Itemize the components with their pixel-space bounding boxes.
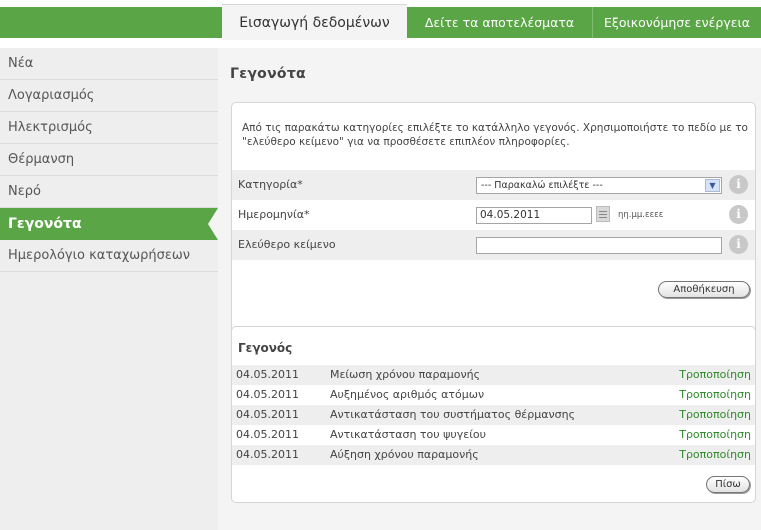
sidebar-item-label: Νερό (8, 184, 41, 199)
top-nav: Εισαγωγή δεδομένων Δείτε τα αποτελέσματα… (0, 0, 761, 40)
sidebar: Νέα Λογαριασμός Ηλεκτρισμός Θέρμανση Νερ… (0, 48, 218, 530)
sidebar-item-label: Ηλεκτρισμός (8, 120, 93, 135)
back-button[interactable]: Πίσω (706, 476, 750, 493)
table-row: 04.05.2011 Αυξημένος αριθμός ατόμων Τροπ… (232, 385, 755, 405)
sidebar-item-heating[interactable]: Θέρμανση (0, 144, 218, 176)
freetext-input[interactable] (476, 237, 722, 254)
date-label: Ημερομηνία* (238, 208, 310, 221)
save-button[interactable]: Αποθήκευση (658, 281, 750, 298)
sidebar-item-label: Ημερολόγιο καταχωρήσεων (8, 248, 191, 263)
table-row: 04.05.2011 Αντικατάσταση του συστήματος … (232, 405, 755, 425)
edit-link[interactable]: Τροποποίηση (679, 368, 751, 381)
tab-data-entry[interactable]: Εισαγωγή δεδομένων (222, 4, 407, 40)
event-description: Μείωση χρόνου παραμονής (330, 368, 481, 381)
event-date: 04.05.2011 (236, 448, 299, 461)
event-description: Αύξηση χρόνου παραμονής (330, 448, 479, 461)
info-icon[interactable]: i (729, 205, 748, 224)
date-format-hint: ηη.μμ.εεεε (618, 210, 664, 220)
edit-link[interactable]: Τροποποίηση (679, 388, 751, 401)
sidebar-item-label: Λογαριασμός (8, 88, 95, 103)
sidebar-item-events[interactable]: Γεγονότα (0, 208, 218, 240)
category-row: Κατηγορία* --- Παρακαλώ επιλέξτε --- ▼ i (232, 170, 755, 200)
main-content: Γεγονότα Από τις παρακάτω κατηγορίες επι… (218, 48, 761, 530)
category-select[interactable]: --- Παρακαλώ επιλέξτε --- ▼ (476, 177, 722, 194)
sidebar-item-news[interactable]: Νέα (0, 48, 218, 80)
sidebar-item-log[interactable]: Ημερολόγιο καταχωρήσεων (0, 240, 218, 272)
tab-results[interactable]: Δείτε τα αποτελέσματα (407, 7, 592, 38)
chevron-down-icon[interactable]: ▼ (705, 179, 720, 192)
freetext-label: Ελεύθερο κείμενο (238, 238, 336, 251)
table-row: 04.05.2011 Μείωση χρόνου παραμονής Τροπο… (232, 365, 755, 385)
events-list-panel: Γεγονός 04.05.2011 Μείωση χρόνου παραμον… (231, 326, 756, 503)
sidebar-item-water[interactable]: Νερό (0, 176, 218, 208)
edit-link[interactable]: Τροποποίηση (679, 448, 751, 461)
page-title: Γεγονότα (230, 66, 306, 82)
event-date: 04.05.2011 (236, 368, 299, 381)
event-description: Αντικατάσταση του ψυγείου (330, 428, 487, 441)
edit-link[interactable]: Τροποποίηση (679, 428, 751, 441)
sidebar-item-account[interactable]: Λογαριασμός (0, 80, 218, 112)
event-date: 04.05.2011 (236, 388, 299, 401)
event-form-panel: Από τις παρακάτω κατηγορίες επιλέξτε το … (231, 102, 756, 359)
sidebar-item-label: Θέρμανση (8, 152, 75, 167)
events-list-header: Γεγονός (238, 341, 293, 355)
sidebar-item-label: Νέα (8, 56, 34, 71)
info-icon[interactable]: i (729, 235, 748, 254)
event-date: 04.05.2011 (236, 428, 299, 441)
date-row: Ημερομηνία* 04.05.2011 ηη.μμ.εεεε i (232, 200, 755, 230)
freetext-row: Ελεύθερο κείμενο i (232, 230, 755, 260)
intro-text: Από τις παρακάτω κατηγορίες επιλέξτε το … (242, 122, 748, 148)
sidebar-item-electricity[interactable]: Ηλεκτρισμός (0, 112, 218, 144)
active-indicator-arrow (208, 208, 218, 240)
sidebar-item-label: Γεγονότα (8, 216, 82, 232)
calendar-icon[interactable] (596, 206, 610, 222)
edit-link[interactable]: Τροποποίηση (679, 408, 751, 421)
event-date: 04.05.2011 (236, 408, 299, 421)
event-description: Αυξημένος αριθμός ατόμων (330, 388, 485, 401)
table-row: 04.05.2011 Αντικατάσταση του ψυγείου Τρο… (232, 425, 755, 445)
info-icon[interactable]: i (729, 175, 748, 194)
category-select-value: --- Παρακαλώ επιλέξτε --- (481, 180, 603, 191)
tab-save-energy[interactable]: Εξοικονόμησε ενέργεια (593, 7, 761, 38)
table-row: 04.05.2011 Αύξηση χρόνου παραμονής Τροπο… (232, 445, 755, 465)
event-description: Αντικατάσταση του συστήματος θέρμανσης (330, 408, 576, 421)
category-label: Κατηγορία* (238, 178, 303, 191)
date-input[interactable]: 04.05.2011 (476, 207, 592, 224)
